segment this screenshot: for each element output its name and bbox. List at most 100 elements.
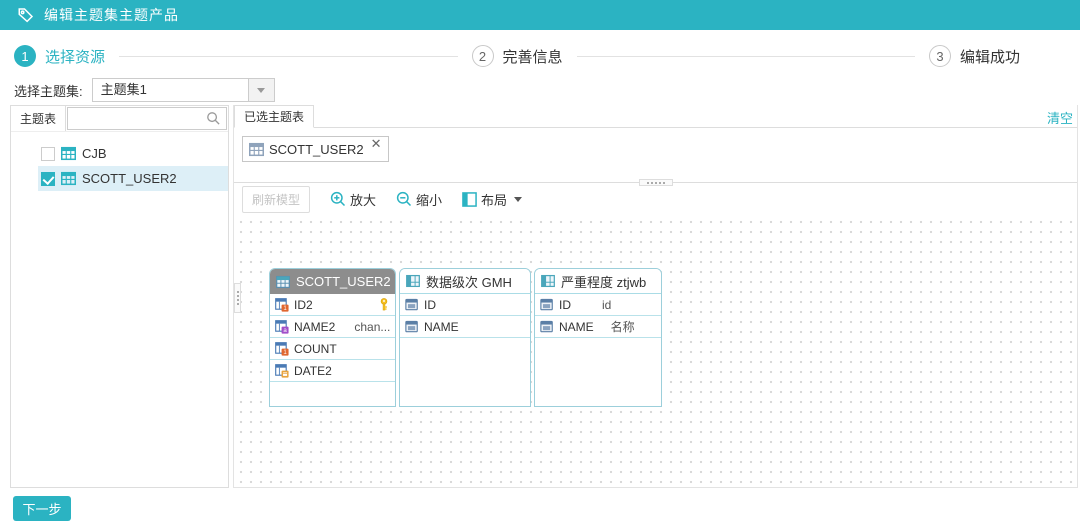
step-3-label: 编辑成功 xyxy=(960,46,1020,67)
step-1: 1 选择资源 xyxy=(14,45,105,67)
entity-table-icon xyxy=(406,274,420,288)
field-row[interactable]: a NAME2 chan... xyxy=(270,316,395,338)
table-search-input[interactable] xyxy=(67,107,227,130)
field-name: NAME xyxy=(559,320,594,334)
theme-set-select-label: 选择主题集: xyxy=(14,81,83,100)
entity-header[interactable]: SCOTT_USER2 xyxy=(270,269,395,294)
theme-set-selector-row: 选择主题集: 主题集1 xyxy=(14,78,275,102)
tab-theme-tables[interactable]: 主题表 xyxy=(11,106,66,131)
entity-scott-user2[interactable]: SCOTT_USER2 1 ID2 a NAME2 chan... xyxy=(269,268,396,407)
chevron-down-icon xyxy=(257,88,265,93)
table-tree: CJB SCOTT_USER2 xyxy=(11,132,228,191)
field-icon xyxy=(540,320,554,334)
field-row[interactable]: 1 COUNT xyxy=(270,338,395,360)
entity-table-icon xyxy=(276,275,290,289)
zoom-out-icon xyxy=(396,191,412,207)
field-row[interactable]: NAME 名称 xyxy=(535,316,661,338)
selected-chips-area: SCOTT_USER2 ✕ xyxy=(234,128,1077,183)
selected-table-chip: SCOTT_USER2 ✕ xyxy=(242,136,389,162)
tag-icon xyxy=(17,6,35,24)
field-name: NAME xyxy=(424,320,459,334)
entity-title: 数据级次 GMH xyxy=(426,272,512,291)
tree-item-scott-user2[interactable]: SCOTT_USER2 xyxy=(38,166,228,191)
checkbox-unchecked[interactable] xyxy=(41,147,55,161)
field-name: ID xyxy=(559,298,571,312)
tree-item-label: CJB xyxy=(82,146,107,161)
app-header: 编辑主题集主题产品 xyxy=(0,0,1080,30)
step-3: 3 编辑成功 xyxy=(929,45,1020,67)
selected-tables-panel: 已选主题表 清空 SCOTT_USER2 ✕ 刷新模型 放大 缩小 xyxy=(233,105,1078,488)
wizard-stepper: 1 选择资源 2 完善信息 3 编辑成功 xyxy=(14,44,1020,68)
field-comment: chan... xyxy=(354,320,390,334)
step-1-label: 选择资源 xyxy=(45,46,105,67)
layout-label: 布局 xyxy=(481,190,507,209)
tab-selected-theme-tables[interactable]: 已选主题表 xyxy=(234,105,314,128)
next-step-button[interactable]: 下一步 xyxy=(13,496,71,521)
model-toolbar: 刷新模型 放大 缩小 布局 xyxy=(234,183,1077,215)
key-icon xyxy=(378,298,390,311)
field-name: ID xyxy=(424,298,436,312)
select-arrow-button[interactable] xyxy=(248,79,274,101)
field-row[interactable]: NAME xyxy=(400,316,530,338)
field-row[interactable]: 1 ID2 xyxy=(270,294,395,316)
table-icon xyxy=(249,142,264,157)
entity-title: SCOTT_USER2 xyxy=(296,274,391,289)
step-2-number: 2 xyxy=(472,45,494,67)
field-row[interactable]: DATE2 xyxy=(270,360,395,382)
chevron-down-icon xyxy=(514,197,522,202)
model-canvas[interactable]: SCOTT_USER2 1 ID2 a NAME2 chan... xyxy=(234,215,1077,486)
field-number-icon: 1 xyxy=(275,298,289,312)
table-search xyxy=(67,107,227,130)
entity-ztjwb[interactable]: 严重程度 ztjwb ID id NAME 名称 xyxy=(534,268,662,407)
zoom-in-label: 放大 xyxy=(350,190,376,209)
entity-header[interactable]: 数据级次 GMH xyxy=(400,269,530,294)
field-name: COUNT xyxy=(294,342,337,356)
theme-set-select-value: 主题集1 xyxy=(93,79,248,101)
clear-all-link[interactable]: 清空 xyxy=(1047,108,1073,127)
page-title: 编辑主题集主题产品 xyxy=(44,5,179,25)
field-name: DATE2 xyxy=(294,364,332,378)
zoom-in-icon xyxy=(330,191,346,207)
field-name: ID2 xyxy=(294,298,313,312)
search-icon[interactable] xyxy=(206,111,221,131)
entity-table-icon xyxy=(541,274,555,288)
field-varchar-icon: a xyxy=(275,320,289,334)
checkbox-checked[interactable] xyxy=(41,172,55,186)
layout-button[interactable]: 布局 xyxy=(462,190,522,209)
svg-text:1: 1 xyxy=(283,305,287,312)
step-2: 2 完善信息 xyxy=(472,45,563,67)
field-comment: 名称 xyxy=(611,318,635,335)
source-tables-panel: 主题表 CJB SCOTT_USER2 xyxy=(10,105,229,488)
field-icon xyxy=(405,298,419,312)
field-icon xyxy=(405,320,419,334)
source-tables-header: 主题表 xyxy=(11,106,228,132)
theme-set-select[interactable]: 主题集1 xyxy=(92,78,275,102)
field-comment: id xyxy=(602,298,611,312)
field-icon xyxy=(540,298,554,312)
field-number-icon: 1 xyxy=(275,342,289,356)
tree-item-label: SCOTT_USER2 xyxy=(82,171,177,186)
zoom-in-button[interactable]: 放大 xyxy=(330,190,376,209)
horizontal-splitter-handle[interactable] xyxy=(639,179,673,186)
step-1-number: 1 xyxy=(14,45,36,67)
svg-text:1: 1 xyxy=(283,349,287,356)
close-icon[interactable]: ✕ xyxy=(371,137,382,150)
refresh-model-button[interactable]: 刷新模型 xyxy=(242,186,310,213)
tree-item-cjb[interactable]: CJB xyxy=(38,141,228,166)
field-date-icon xyxy=(275,364,289,378)
table-icon xyxy=(61,171,76,186)
zoom-out-label: 缩小 xyxy=(416,190,442,209)
entity-header[interactable]: 严重程度 ztjwb xyxy=(535,269,661,294)
vertical-splitter-handle[interactable] xyxy=(234,283,241,313)
table-icon xyxy=(61,146,76,161)
field-name: NAME2 xyxy=(294,320,335,334)
step-connector xyxy=(577,56,915,57)
field-row[interactable]: ID id xyxy=(535,294,661,316)
selected-tables-tabrow: 已选主题表 清空 xyxy=(234,105,1077,128)
chip-label: SCOTT_USER2 xyxy=(269,142,364,157)
entity-gmh[interactable]: 数据级次 GMH ID NAME xyxy=(399,268,531,407)
step-connector xyxy=(119,56,457,57)
svg-text:a: a xyxy=(283,326,287,333)
field-row[interactable]: ID xyxy=(400,294,530,316)
zoom-out-button[interactable]: 缩小 xyxy=(396,190,442,209)
